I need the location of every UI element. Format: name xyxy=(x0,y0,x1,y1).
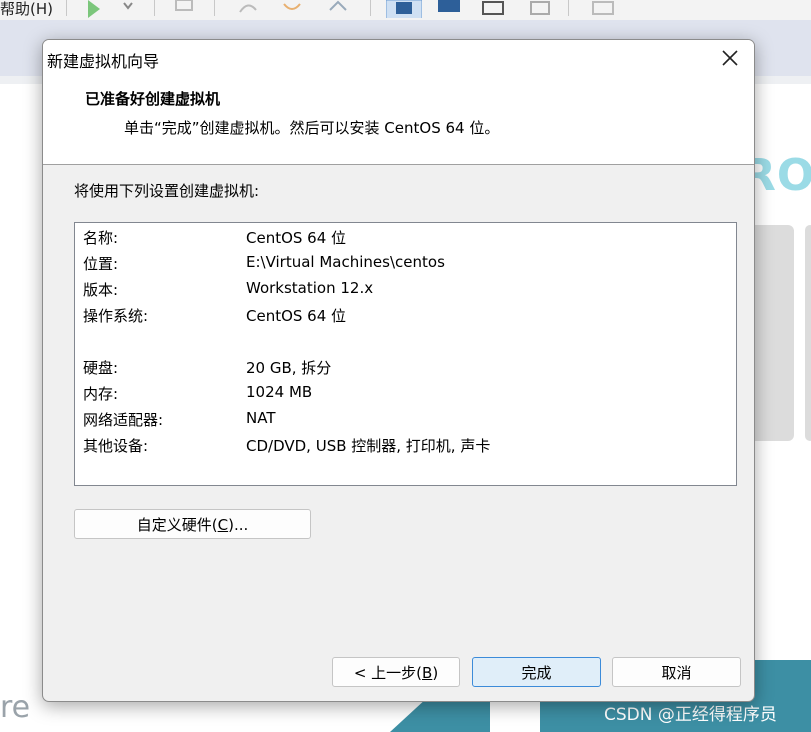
watermark: CSDN @正经得程序员 xyxy=(604,705,777,725)
snapshot-icon[interactable] xyxy=(174,0,194,18)
setting-value: 1024 MB xyxy=(246,383,313,401)
snapshot-manager-icon[interactable] xyxy=(326,0,350,18)
setting-value: 20 GB, 拆分 xyxy=(246,359,332,377)
play-icon[interactable] xyxy=(86,0,108,18)
back-label-pre: < 上一步( xyxy=(353,664,423,682)
toolbar-separator xyxy=(154,0,155,16)
unity-icon[interactable] xyxy=(480,0,506,18)
toolbar-separator xyxy=(568,0,569,16)
chevron-down-icon[interactable] xyxy=(122,0,134,18)
revert-icon[interactable] xyxy=(236,0,260,18)
setting-value: Workstation 12.x xyxy=(246,279,374,297)
toolbar-separator xyxy=(66,0,67,16)
dialog-title: 新建虚拟机向导 xyxy=(47,52,160,71)
view-icon[interactable] xyxy=(386,0,422,18)
background-brand-text: re xyxy=(0,690,31,725)
settings-label: 将使用下列设置创建虚拟机: xyxy=(74,182,260,200)
help-menu[interactable]: 帮助(H) xyxy=(0,0,53,19)
setting-value: CentOS 64 位 xyxy=(246,307,347,325)
setting-value: CentOS 64 位 xyxy=(246,229,347,247)
setting-key: 网络适配器: xyxy=(83,411,164,429)
close-button[interactable] xyxy=(706,40,754,76)
setting-value: NAT xyxy=(246,409,276,427)
setting-key: 位置: xyxy=(83,255,119,273)
dialog-titlebar[interactable]: 新建虚拟机向导 xyxy=(43,40,754,76)
finish-button[interactable]: 完成 xyxy=(472,657,601,687)
header-subtitle: 单击“完成”创建虚拟机。然后可以安装 CentOS 64 位。 xyxy=(124,119,500,137)
setting-value: CD/DVD, USB 控制器, 打印机, 声卡 xyxy=(246,437,491,455)
setting-key: 操作系统: xyxy=(83,307,149,325)
background-panel xyxy=(805,225,811,441)
back-label-post: ) xyxy=(432,664,439,682)
header-title: 已准备好创建虚拟机 xyxy=(85,90,221,108)
customize-label-pre: 自定义硬件( xyxy=(136,516,218,534)
new-vm-wizard-dialog: 新建虚拟机向导 已准备好创建虚拟机 单击“完成”创建虚拟机。然后可以安装 Cen… xyxy=(42,39,755,702)
customize-label-post: )... xyxy=(228,516,249,534)
settings-summary-box: 名称: CentOS 64 位 位置: E:\Virtual Machines\… xyxy=(74,222,737,486)
setting-key: 名称: xyxy=(83,229,119,247)
close-icon xyxy=(722,50,738,66)
setting-key: 内存: xyxy=(83,385,119,403)
wizard-header: 已准备好创建虚拟机 单击“完成”创建虚拟机。然后可以安装 CentOS 64 位… xyxy=(43,76,754,165)
back-button[interactable]: < 上一步(B) xyxy=(332,657,460,687)
back-accesskey: B xyxy=(422,664,433,682)
setting-key: 其他设备: xyxy=(83,437,149,455)
cancel-button[interactable]: 取消 xyxy=(612,657,741,687)
toolbar-separator xyxy=(370,0,371,16)
setting-key: 版本: xyxy=(83,281,119,299)
background-toolbar: 帮助(H) xyxy=(0,0,811,21)
customize-hardware-button[interactable]: 自定义硬件(C)... xyxy=(74,509,311,539)
fullscreen-icon[interactable] xyxy=(436,0,462,18)
library-icon[interactable] xyxy=(590,0,616,18)
setting-key: 硬盘: xyxy=(83,359,119,377)
toolbar-separator xyxy=(214,0,215,16)
customize-accesskey: C xyxy=(217,516,229,534)
console-icon[interactable] xyxy=(528,0,554,18)
setting-value: E:\Virtual Machines\centos xyxy=(246,253,445,271)
manage-snapshot-icon[interactable] xyxy=(280,0,304,18)
